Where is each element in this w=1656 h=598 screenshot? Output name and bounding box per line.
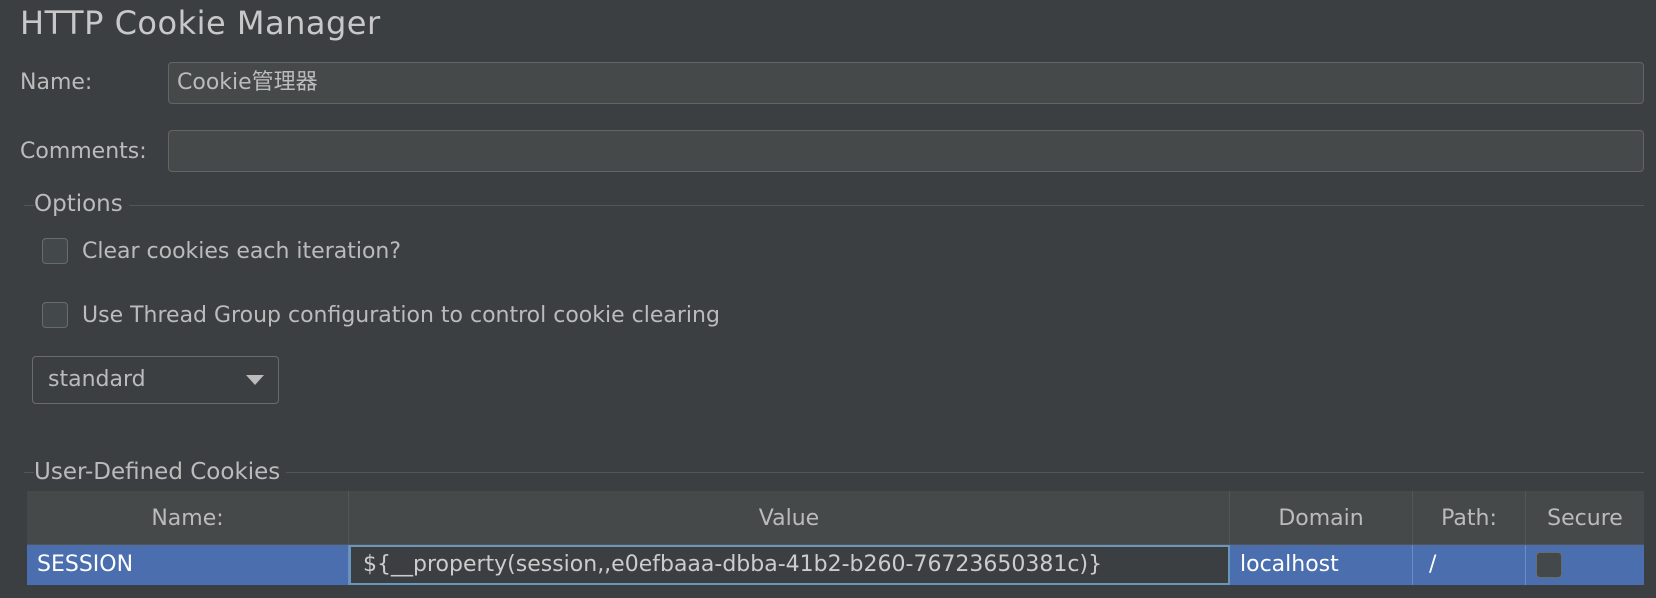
cookies-table: Name: Value Domain Path: Secure SESSION … [27, 491, 1644, 585]
cookie-policy-value: standard [48, 367, 146, 392]
options-fieldset-title: Options [34, 191, 129, 217]
comments-label: Comments: [20, 139, 147, 164]
table-row[interactable]: SESSION ${__property(session,,e0efbaaa-d… [27, 545, 1644, 585]
chevron-down-icon [246, 375, 264, 385]
name-label: Name: [20, 70, 93, 95]
clear-cookies-checkbox[interactable] [42, 238, 68, 264]
clear-cookies-checkbox-row[interactable]: Clear cookies each iteration? [42, 238, 401, 264]
use-thread-group-label: Use Thread Group configuration to contro… [82, 302, 720, 328]
secure-checkbox[interactable] [1536, 552, 1562, 578]
options-fieldset-line [24, 205, 1644, 206]
use-thread-group-checkbox[interactable] [42, 302, 68, 328]
cookie-domain-cell[interactable]: localhost [1230, 545, 1413, 585]
cookies-table-header: Name: Value Domain Path: Secure [27, 491, 1644, 545]
name-field[interactable]: Cookie管理器 [168, 62, 1644, 104]
clear-cookies-label: Clear cookies each iteration? [82, 238, 402, 264]
cookie-path-cell[interactable]: / [1413, 545, 1526, 585]
column-header-path[interactable]: Path: [1413, 491, 1526, 544]
column-header-value[interactable]: Value [349, 491, 1230, 544]
use-thread-group-checkbox-row[interactable]: Use Thread Group configuration to contro… [42, 302, 720, 328]
cookie-policy-dropdown[interactable]: standard [32, 356, 279, 404]
column-header-secure[interactable]: Secure [1526, 491, 1644, 544]
cookie-secure-cell[interactable] [1526, 545, 1644, 585]
column-header-domain[interactable]: Domain [1230, 491, 1413, 544]
cookies-fieldset-title: User-Defined Cookies [34, 459, 287, 485]
cookie-value-cell-editor[interactable]: ${__property(session,,e0efbaaa-dbba-41b2… [349, 545, 1230, 585]
cookie-name-cell[interactable]: SESSION [27, 545, 349, 585]
column-header-name[interactable]: Name: [27, 491, 349, 544]
page-title: HTTP Cookie Manager [20, 4, 381, 42]
comments-field[interactable] [168, 130, 1644, 172]
